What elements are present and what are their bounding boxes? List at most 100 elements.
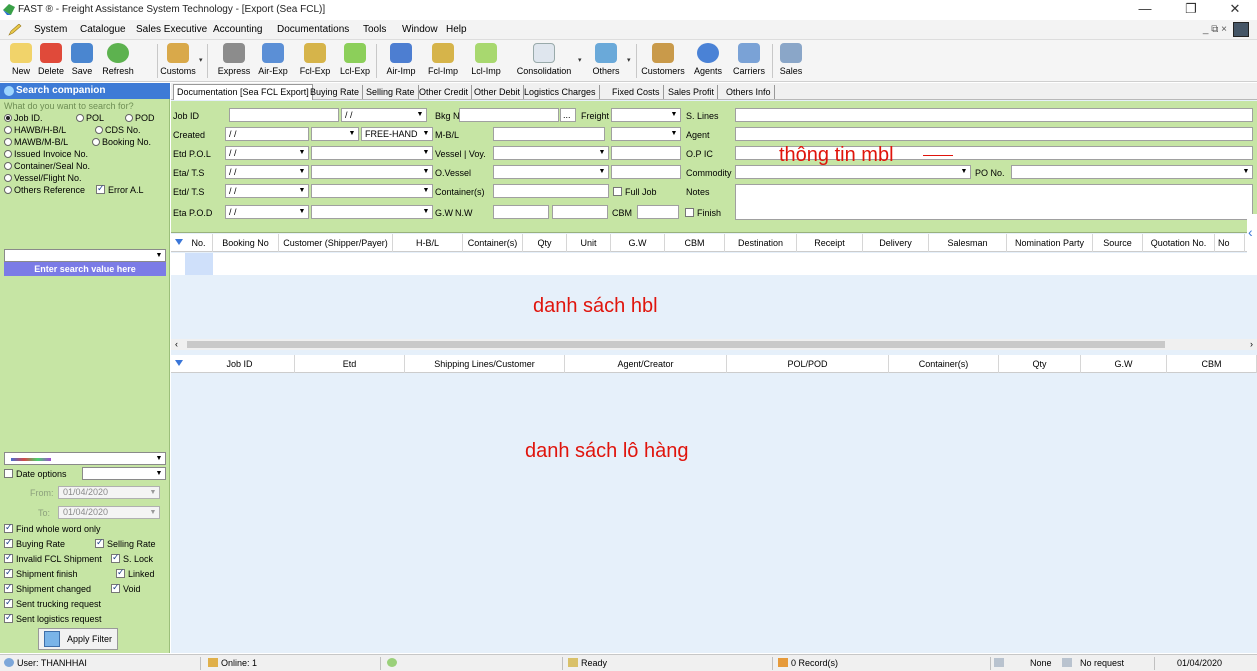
- checkbox-void[interactable]: Void: [111, 582, 141, 594]
- hbl-col-hbl[interactable]: H-B/L: [393, 234, 463, 252]
- menu-window[interactable]: Window: [402, 24, 438, 35]
- ship-col-shipping-lines[interactable]: Shipping Lines/Customer: [405, 355, 565, 373]
- tab-other-debit[interactable]: Other Debit: [471, 85, 525, 99]
- date-options-combo[interactable]: ▼: [82, 467, 166, 480]
- checkbox-date-options[interactable]: Date options: [4, 469, 67, 479]
- restore-button[interactable]: ❐: [1171, 2, 1211, 18]
- tab-selling-rate[interactable]: Selling Rate: [363, 85, 419, 99]
- agents-button[interactable]: Agents: [689, 42, 727, 80]
- hbl-col-source[interactable]: Source: [1093, 234, 1143, 252]
- menu-documentations[interactable]: Documentations: [277, 24, 349, 35]
- ship-col-pol-pod[interactable]: POL/POD: [727, 355, 889, 373]
- hbl-new-row[interactable]: [171, 253, 1257, 275]
- hbl-col-no[interactable]: No.: [185, 234, 213, 252]
- hbl-col-containers[interactable]: Container(s): [463, 234, 523, 252]
- fcl-exp-button[interactable]: Fcl-Exp: [296, 42, 334, 80]
- hbl-col-destination[interactable]: Destination: [725, 234, 797, 252]
- tab-fixed-costs[interactable]: Fixed Costs: [609, 85, 664, 99]
- menu-catalogue[interactable]: Catalogue: [80, 24, 126, 35]
- hbl-col-quotation[interactable]: Quotation No.: [1143, 234, 1215, 252]
- created-date-input[interactable]: / /: [225, 127, 309, 141]
- ship-col-gw[interactable]: G.W: [1081, 355, 1167, 373]
- etd-pol-date-input[interactable]: / / ▼: [225, 146, 309, 160]
- customs-button[interactable]: Customs: [160, 42, 196, 80]
- menu-system[interactable]: System: [34, 24, 67, 35]
- po-no-combo[interactable]: ▼: [1011, 165, 1253, 179]
- checkbox-invalid-fcl[interactable]: Invalid FCL Shipment: [4, 552, 102, 564]
- eta-ts-date-input[interactable]: / / ▼: [225, 165, 309, 179]
- scrollbar-thumb[interactable]: [187, 341, 1165, 348]
- sales-button[interactable]: Sales: [777, 42, 805, 80]
- ship-col-qty[interactable]: Qty: [999, 355, 1081, 373]
- air-exp-button[interactable]: Air-Exp: [254, 42, 292, 80]
- refresh-button[interactable]: Refresh: [98, 42, 138, 80]
- job-date-input[interactable]: / / ▼: [341, 108, 427, 122]
- save-button[interactable]: Save: [68, 42, 96, 80]
- radio-container[interactable]: Container/Seal No.: [4, 161, 90, 171]
- radio-invoice[interactable]: Issued Invoice No.: [4, 149, 88, 159]
- carriers-button[interactable]: Carriers: [729, 42, 769, 80]
- pod-combo[interactable]: ▼: [311, 205, 433, 219]
- tab-buying-rate[interactable]: Buying Rate: [307, 85, 364, 99]
- checkbox-find-whole-word[interactable]: Find whole word only: [4, 522, 101, 534]
- checkbox-linked[interactable]: Linked: [116, 567, 155, 579]
- search-value-combo[interactable]: ▼: [4, 249, 166, 262]
- menu-tools[interactable]: Tools: [363, 24, 386, 35]
- ship-col-containers[interactable]: Container(s): [889, 355, 999, 373]
- customers-button[interactable]: Customers: [638, 42, 688, 80]
- radio-pod[interactable]: POD: [125, 113, 155, 123]
- bkg-no-input[interactable]: [459, 108, 559, 122]
- hbl-col-unit[interactable]: Unit: [567, 234, 611, 252]
- pol-combo[interactable]: ▼: [311, 146, 433, 160]
- delete-button[interactable]: Delete: [35, 42, 67, 80]
- gw-input[interactable]: [493, 205, 549, 219]
- hbl-col-gw[interactable]: G.W: [611, 234, 665, 252]
- voyage-input[interactable]: [611, 146, 681, 160]
- radio-vessel[interactable]: Vessel/Flight No.: [4, 173, 82, 183]
- lcl-imp-button[interactable]: Lcl-Imp: [466, 42, 506, 80]
- tab-others-info[interactable]: Others Info: [723, 85, 775, 99]
- tab-documentation[interactable]: Documentation [Sea FCL Export]: [173, 84, 313, 100]
- bkg-lookup-button[interactable]: ...: [560, 108, 576, 122]
- etd-ts-port-combo[interactable]: ▼: [311, 184, 433, 198]
- scroll-left-icon[interactable]: ‹: [175, 339, 178, 350]
- type-combo[interactable]: ▼: [611, 127, 681, 141]
- ship-col-agent[interactable]: Agent/Creator: [565, 355, 727, 373]
- apply-filter-button[interactable]: Apply Filter: [38, 628, 118, 650]
- etd-ts-date-input[interactable]: / / ▼: [225, 184, 309, 198]
- fcl-imp-button[interactable]: Fcl-Imp: [424, 42, 462, 80]
- checkbox-sent-logistics[interactable]: Sent logistics request: [4, 612, 102, 624]
- color-filter-combo[interactable]: ▼: [4, 452, 166, 465]
- close-button[interactable]: ✕: [1215, 2, 1255, 18]
- hbl-col-booking[interactable]: Booking No: [213, 234, 279, 252]
- ship-col-cbm[interactable]: CBM: [1167, 355, 1257, 373]
- checkbox-sent-trucking[interactable]: Sent trucking request: [4, 597, 101, 609]
- collapse-panel-tab[interactable]: ‹: [1247, 214, 1257, 256]
- radio-booking[interactable]: Booking No.: [92, 137, 151, 147]
- freehand-combo[interactable]: FREE-HAND ▼: [361, 127, 433, 141]
- from-date-field[interactable]: 01/04/2020 ▼: [58, 486, 160, 499]
- customs-dropdown-icon[interactable]: ▾: [199, 56, 203, 64]
- hbl-col-delivery[interactable]: Delivery: [863, 234, 929, 252]
- radio-job-id[interactable]: Job ID.: [4, 113, 43, 123]
- cbm-input[interactable]: [637, 205, 679, 219]
- hbl-col-no-extra[interactable]: No: [1215, 234, 1245, 252]
- created-by-combo[interactable]: ▼: [311, 127, 359, 141]
- hbl-horizontal-scrollbar[interactable]: ‹ ›: [171, 339, 1257, 350]
- hbl-col-receipt[interactable]: Receipt: [797, 234, 863, 252]
- finish-checkbox[interactable]: Finish: [685, 208, 721, 218]
- filter-funnel-icon[interactable]: [175, 239, 183, 245]
- radio-mawb[interactable]: MAWB/M-B/L: [4, 137, 68, 147]
- filter-funnel-icon[interactable]: [175, 360, 183, 366]
- mdi-window-controls[interactable]: _ ⧉ ×: [1203, 24, 1227, 35]
- new-button[interactable]: New: [3, 42, 39, 80]
- scroll-right-icon[interactable]: ›: [1250, 339, 1253, 350]
- mbl-input[interactable]: [493, 127, 605, 141]
- checkbox-selling-rate[interactable]: Selling Rate: [95, 537, 156, 549]
- consolidation-button[interactable]: Consolidation: [511, 42, 577, 80]
- minimize-button[interactable]: —: [1125, 2, 1165, 18]
- to-date-field[interactable]: 01/04/2020 ▼: [58, 506, 160, 519]
- menu-sales-executive[interactable]: Sales Executive: [136, 24, 207, 35]
- hbl-col-qty[interactable]: Qty: [523, 234, 567, 252]
- notes-input[interactable]: [735, 184, 1253, 220]
